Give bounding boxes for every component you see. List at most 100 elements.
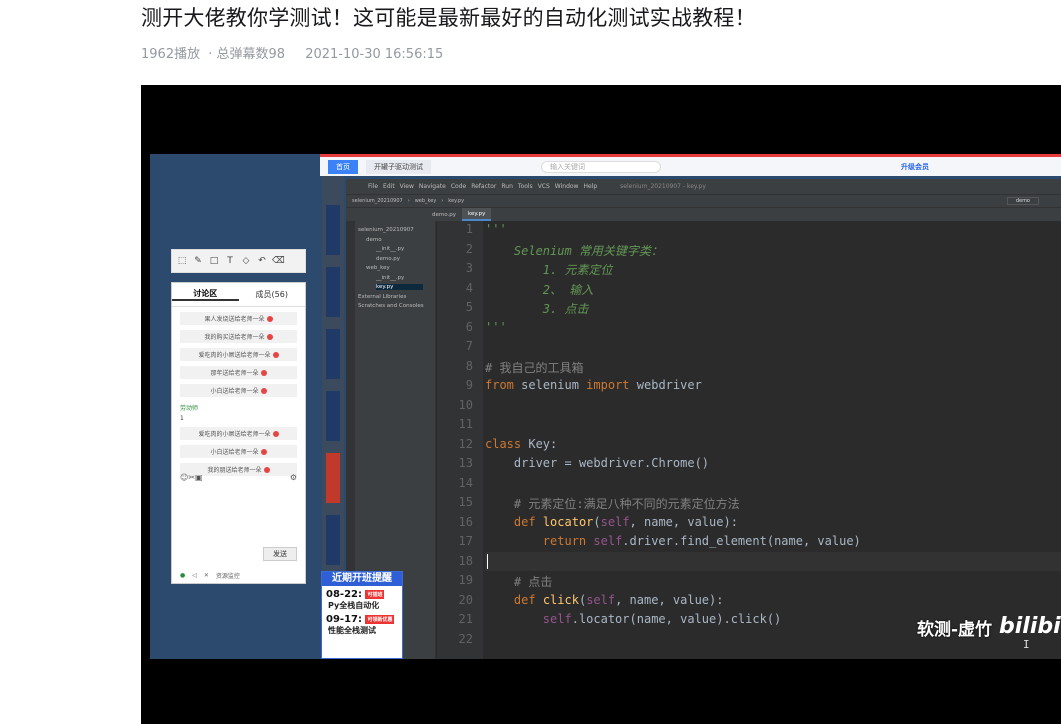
banner-item-name: Py全栈自动化: [328, 601, 380, 610]
flower-icon: [260, 369, 267, 376]
line-number: 2: [465, 241, 473, 256]
chat-footer: ● ◁ ✕ 资源监控: [172, 567, 305, 583]
line-number: 10: [458, 397, 473, 412]
menu-item-code: Code: [450, 183, 467, 190]
undo-icon: ↶: [258, 256, 266, 266]
browser-bar: 首页 开罐子驱动测试 输入关键词 升级会员: [320, 154, 1061, 176]
code-line: class Key:: [485, 436, 558, 451]
line-number: 7: [465, 339, 473, 353]
mute-icon: ✕: [203, 571, 209, 579]
tab-demo-py: demo.py: [432, 211, 456, 218]
settings-icon: ⚙: [289, 473, 297, 482]
flower-icon: [263, 466, 270, 473]
breadcrumb-project: selenium_20210907: [352, 198, 403, 204]
code-line: 1. 元素定位: [485, 263, 613, 277]
chat-message: 爱吃肉的小屌送给老师一朵: [180, 348, 297, 361]
code-line: # 点击: [485, 575, 553, 589]
line-number: 16: [458, 514, 473, 529]
speaker-icon: ◁: [192, 571, 197, 579]
code-line: 2、 输入: [485, 282, 594, 297]
line-number: 11: [458, 417, 473, 431]
line-number: 13: [458, 456, 473, 470]
line-number: 20: [458, 592, 473, 607]
chat-messages-2: 爱吃肉的小屌送给老师一朵 小白送给老师一朵 我的朋送给老师一朵: [172, 427, 305, 476]
current-line-highlight: [485, 551, 1061, 571]
line-number: 22: [458, 631, 473, 646]
chat-message: 果人发烧送给老师一朵: [180, 312, 297, 325]
tab-key-py: key.py: [462, 208, 492, 221]
tree-node: Scratches and Consoles: [358, 303, 424, 309]
banner-item-2: 09-17: 可领新优惠: [322, 611, 402, 625]
menu-item-tools: Tools: [517, 183, 533, 190]
chat-message: 我的购买送给老师一朵: [180, 330, 297, 343]
banner-item-tag: 可领新优惠: [365, 614, 395, 624]
slide-thumb: [326, 515, 340, 565]
vip-label: 升级会员: [901, 162, 929, 171]
bilibili-logo-text: bilibili: [999, 614, 1061, 639]
chat-tools: ☺ ✂ ▣ ⚙: [180, 473, 297, 482]
line-number: 21: [458, 612, 473, 626]
chat-messages: 果人发烧送给老师一朵我的购买送给老师一朵 爱吃肉的小屌送给老师一朵 那年送给老师一朵…: [172, 312, 305, 397]
run-config: demo: [1006, 197, 1039, 205]
browser-address: 输入关键词: [541, 160, 661, 173]
banner-item-date: 08-22:: [326, 589, 362, 600]
tab-discussion: 讨论区: [172, 288, 239, 301]
browser-tab-home: 首页: [328, 159, 358, 174]
code-line: self.locator(name, value).click(): [542, 612, 782, 626]
line-number: 1: [465, 222, 473, 236]
code-line: Selenium 常用关键字类：: [485, 243, 663, 258]
code-line: # 我自己的工具箱: [485, 360, 584, 375]
resource-monitor-label: 资源监控: [215, 572, 240, 580]
code-line: driver = webdriver.Chrome(): [513, 456, 710, 470]
window-title: selenium_20210907 - key.py: [620, 183, 706, 190]
video-player[interactable]: ⬚ ✎ □ T ◇ ↶ ⌫ 讨论区 成员(56) 果人发烧送给老师一朵 我的购买送…: [141, 85, 1061, 724]
text-tool-icon: T: [227, 256, 233, 266]
line-number: 3: [465, 261, 473, 275]
code-line: return self.driver.find_element(name, va…: [542, 534, 861, 548]
tree-node: web_key: [366, 265, 390, 271]
chat-message-text: 那年送给老师一朵: [210, 370, 259, 377]
chat-user: 劳动师: [180, 405, 199, 412]
line-number: 14: [458, 475, 473, 490]
tree-node: key.py: [376, 284, 424, 290]
code-line: ''': [485, 319, 507, 334]
tree-node: __init__.py: [376, 274, 405, 281]
menu-item-edit: Edit: [383, 183, 395, 190]
bilibili-logo: bilibili: [999, 614, 1061, 639]
tree-node: External Libraries: [358, 293, 407, 300]
banner-item-date: 09-17:: [326, 614, 362, 625]
eraser-tool-icon: ◇: [242, 256, 250, 266]
chat-message: 小白送给老师一朵: [180, 445, 297, 458]
chat-message-text: 爱吃肉的小屌送给老师一朵: [198, 431, 271, 438]
chat-message: 那年送给老师一朵: [180, 366, 297, 379]
chat-message: 爱吃肉的小屌送给老师一朵: [180, 427, 297, 440]
flower-icon: [266, 315, 273, 322]
line-number: 18: [458, 553, 473, 568]
tree-node: demo.py: [376, 255, 400, 262]
slide-thumb: [326, 391, 340, 441]
line-number: 15: [458, 495, 473, 509]
flower-icon: [272, 351, 279, 358]
slide-thumb: [326, 267, 340, 317]
video-frame: ⬚ ✎ □ T ◇ ↶ ⌫ 讨论区 成员(56) 果人发烧送给老师一朵 我的购买送…: [150, 154, 1061, 659]
line-number: 12: [458, 436, 473, 451]
chat-message-text: 爱吃肉的小屌送给老师一朵: [198, 352, 271, 359]
send-button: 发送: [263, 547, 297, 561]
view-count: 1962播放: [141, 47, 201, 62]
line-number: 9: [465, 378, 473, 392]
code-line: 3. 点击: [485, 302, 589, 316]
breadcrumb-file: key.py: [448, 198, 465, 204]
line-number: 19: [458, 573, 473, 587]
banner-item-1: 08-22: 可插班: [322, 586, 402, 600]
menu-item-run: Run: [501, 183, 513, 190]
code-line: def locator(self, name, value):: [513, 514, 738, 529]
code-line: from selenium import webdriver: [485, 378, 702, 392]
chat-message-text: 我的购买送给老师一朵: [204, 334, 265, 341]
emoji-icon: ☺: [180, 473, 189, 482]
breadcrumb-folder: web_key: [414, 198, 437, 204]
code-area: ''' Selenium 常用关键字类： 1. 元素定位 2、 输入 3. 点击…: [485, 221, 1061, 659]
line-number: 8: [465, 358, 473, 373]
ide-tabs: demo.py key.py: [346, 207, 1061, 221]
chat-tabs: 讨论区 成员(56): [172, 283, 305, 307]
video-meta: 1962播放 · 总弹幕数98 2021-10-30 16:56:15: [141, 43, 447, 62]
